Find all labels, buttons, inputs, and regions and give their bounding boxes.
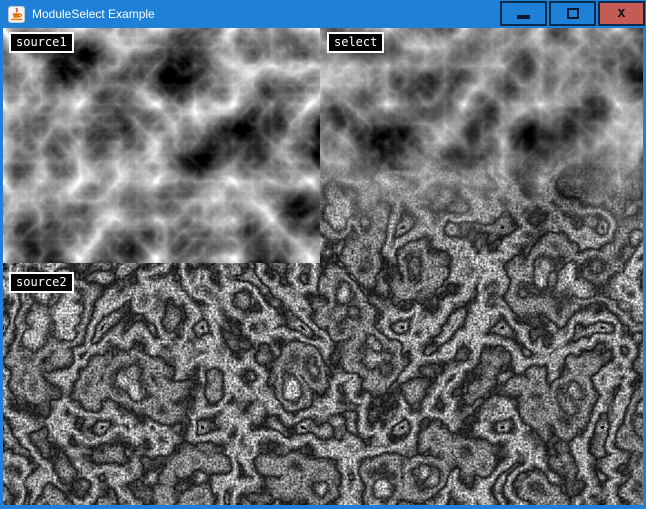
titlebar[interactable]: ModuleSelect Example x xyxy=(0,0,646,28)
maximize-button[interactable] xyxy=(549,1,596,26)
window-title: ModuleSelect Example xyxy=(32,7,155,21)
java-coffee-cup-icon xyxy=(8,6,25,23)
window-controls: x xyxy=(498,1,645,26)
noise-render-canvas: source1 select source2 xyxy=(3,28,643,505)
minimize-button[interactable] xyxy=(500,1,547,26)
app-window: ModuleSelect Example x xyxy=(0,0,646,509)
close-button[interactable]: x xyxy=(598,1,645,26)
minimize-icon xyxy=(517,15,530,19)
close-x-icon: x xyxy=(617,6,625,20)
label-source2: source2 xyxy=(9,272,74,293)
maximize-icon xyxy=(567,8,579,19)
label-source1: source1 xyxy=(9,32,74,53)
label-select: select xyxy=(327,32,384,53)
source1-texture xyxy=(3,28,320,263)
